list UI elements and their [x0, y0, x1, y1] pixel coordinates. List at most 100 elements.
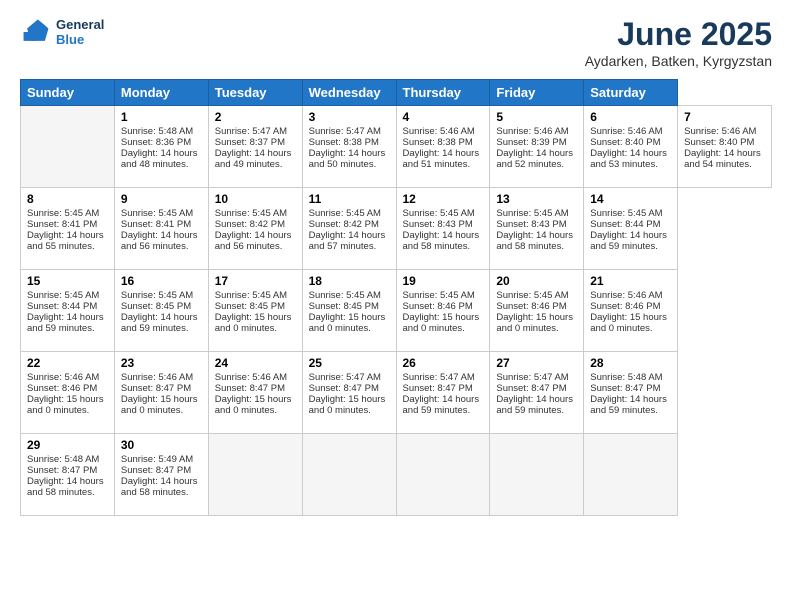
logo-text: General Blue [56, 17, 104, 47]
week-row-1: 8Sunrise: 5:45 AMSunset: 8:41 PMDaylight… [21, 188, 772, 270]
day-info-line: and 0 minutes. [590, 323, 671, 334]
day-number: 5 [496, 110, 577, 124]
day-cell-3: 3Sunrise: 5:47 AMSunset: 8:38 PMDaylight… [302, 106, 396, 188]
day-info-line: Sunset: 8:45 PM [309, 301, 390, 312]
day-info-line: and 58 minutes. [496, 241, 577, 252]
day-info-line: Daylight: 14 hours [403, 394, 484, 405]
day-info-line: and 59 minutes. [27, 323, 108, 334]
day-info-line: Sunrise: 5:48 AM [121, 126, 202, 137]
day-info-line: and 50 minutes. [309, 159, 390, 170]
day-info-line: Daylight: 14 hours [403, 230, 484, 241]
day-info-line: Daylight: 14 hours [496, 148, 577, 159]
day-number: 28 [590, 356, 671, 370]
day-info-line: and 0 minutes. [121, 405, 202, 416]
day-info-line: Sunset: 8:40 PM [684, 137, 765, 148]
day-info-line: Sunset: 8:38 PM [309, 137, 390, 148]
day-info-line: Sunrise: 5:45 AM [496, 290, 577, 301]
day-info-line: Daylight: 14 hours [590, 394, 671, 405]
day-number: 26 [403, 356, 484, 370]
day-number: 18 [309, 274, 390, 288]
day-info-line: and 58 minutes. [121, 487, 202, 498]
week-row-3: 22Sunrise: 5:46 AMSunset: 8:46 PMDayligh… [21, 352, 772, 434]
day-cell-15: 15Sunrise: 5:45 AMSunset: 8:44 PMDayligh… [21, 270, 115, 352]
day-cell-7: 7Sunrise: 5:46 AMSunset: 8:40 PMDaylight… [678, 106, 772, 188]
day-info-line: Sunrise: 5:47 AM [403, 372, 484, 383]
day-number: 23 [121, 356, 202, 370]
day-info-line: Sunrise: 5:48 AM [27, 454, 108, 465]
day-number: 9 [121, 192, 202, 206]
day-info-line: and 56 minutes. [121, 241, 202, 252]
day-cell-30: 30Sunrise: 5:49 AMSunset: 8:47 PMDayligh… [114, 434, 208, 516]
week-row-4: 29Sunrise: 5:48 AMSunset: 8:47 PMDayligh… [21, 434, 772, 516]
day-info-line: Sunrise: 5:47 AM [215, 126, 296, 137]
day-info-line: Sunrise: 5:46 AM [590, 290, 671, 301]
day-number: 27 [496, 356, 577, 370]
day-info-line: Sunset: 8:40 PM [590, 137, 671, 148]
day-info-line: Sunrise: 5:46 AM [27, 372, 108, 383]
day-cell-28: 28Sunrise: 5:48 AMSunset: 8:47 PMDayligh… [584, 352, 678, 434]
day-info-line: Daylight: 15 hours [215, 312, 296, 323]
calendar-title: June 2025 [585, 16, 772, 53]
day-info-line: Daylight: 14 hours [121, 476, 202, 487]
day-number: 6 [590, 110, 671, 124]
day-info-line: and 58 minutes. [403, 241, 484, 252]
page: General Blue June 2025 Aydarken, Batken,… [0, 0, 792, 612]
day-info-line: Daylight: 15 hours [215, 394, 296, 405]
day-cell-6: 6Sunrise: 5:46 AMSunset: 8:40 PMDaylight… [584, 106, 678, 188]
empty-cell [584, 434, 678, 516]
day-info-line: Daylight: 14 hours [309, 148, 390, 159]
day-info-line: Daylight: 14 hours [590, 230, 671, 241]
day-info-line: and 49 minutes. [215, 159, 296, 170]
day-number: 15 [27, 274, 108, 288]
col-header-friday: Friday [490, 80, 584, 106]
day-info-line: Daylight: 15 hours [309, 394, 390, 405]
day-number: 25 [309, 356, 390, 370]
day-info-line: and 58 minutes. [27, 487, 108, 498]
day-info-line: Daylight: 14 hours [590, 148, 671, 159]
day-info-line: Sunset: 8:43 PM [496, 219, 577, 230]
day-info-line: Sunrise: 5:45 AM [403, 290, 484, 301]
day-info-line: Sunset: 8:47 PM [121, 465, 202, 476]
day-cell-11: 11Sunrise: 5:45 AMSunset: 8:42 PMDayligh… [302, 188, 396, 270]
day-number: 3 [309, 110, 390, 124]
day-info-line: and 48 minutes. [121, 159, 202, 170]
day-info-line: Sunrise: 5:45 AM [496, 208, 577, 219]
day-cell-17: 17Sunrise: 5:45 AMSunset: 8:45 PMDayligh… [208, 270, 302, 352]
day-info-line: Sunset: 8:46 PM [27, 383, 108, 394]
day-info-line: and 56 minutes. [215, 241, 296, 252]
day-cell-13: 13Sunrise: 5:45 AMSunset: 8:43 PMDayligh… [490, 188, 584, 270]
day-cell-5: 5Sunrise: 5:46 AMSunset: 8:39 PMDaylight… [490, 106, 584, 188]
day-cell-27: 27Sunrise: 5:47 AMSunset: 8:47 PMDayligh… [490, 352, 584, 434]
day-cell-23: 23Sunrise: 5:46 AMSunset: 8:47 PMDayligh… [114, 352, 208, 434]
day-cell-26: 26Sunrise: 5:47 AMSunset: 8:47 PMDayligh… [396, 352, 490, 434]
day-info-line: Sunset: 8:47 PM [27, 465, 108, 476]
day-info-line: Sunset: 8:47 PM [309, 383, 390, 394]
day-number: 8 [27, 192, 108, 206]
day-info-line: Daylight: 15 hours [496, 312, 577, 323]
day-number: 22 [27, 356, 108, 370]
day-info-line: Sunset: 8:45 PM [215, 301, 296, 312]
day-cell-25: 25Sunrise: 5:47 AMSunset: 8:47 PMDayligh… [302, 352, 396, 434]
day-info-line: Sunset: 8:45 PM [121, 301, 202, 312]
day-number: 10 [215, 192, 296, 206]
col-header-wednesday: Wednesday [302, 80, 396, 106]
day-info-line: Sunset: 8:41 PM [27, 219, 108, 230]
day-info-line: Daylight: 14 hours [121, 312, 202, 323]
day-info-line: Daylight: 14 hours [309, 230, 390, 241]
col-header-tuesday: Tuesday [208, 80, 302, 106]
day-info-line: and 57 minutes. [309, 241, 390, 252]
day-info-line: Daylight: 14 hours [27, 230, 108, 241]
day-info-line: Sunrise: 5:45 AM [215, 290, 296, 301]
day-number: 19 [403, 274, 484, 288]
day-info-line: Sunset: 8:44 PM [590, 219, 671, 230]
day-info-line: Sunrise: 5:46 AM [121, 372, 202, 383]
day-info-line: Sunset: 8:46 PM [496, 301, 577, 312]
day-info-line: Sunrise: 5:45 AM [309, 290, 390, 301]
day-info-line: Sunset: 8:47 PM [215, 383, 296, 394]
day-cell-9: 9Sunrise: 5:45 AMSunset: 8:41 PMDaylight… [114, 188, 208, 270]
day-info-line: and 51 minutes. [403, 159, 484, 170]
day-info-line: and 0 minutes. [215, 323, 296, 334]
day-info-line: Daylight: 14 hours [215, 148, 296, 159]
day-info-line: and 59 minutes. [590, 405, 671, 416]
col-header-sunday: Sunday [21, 80, 115, 106]
